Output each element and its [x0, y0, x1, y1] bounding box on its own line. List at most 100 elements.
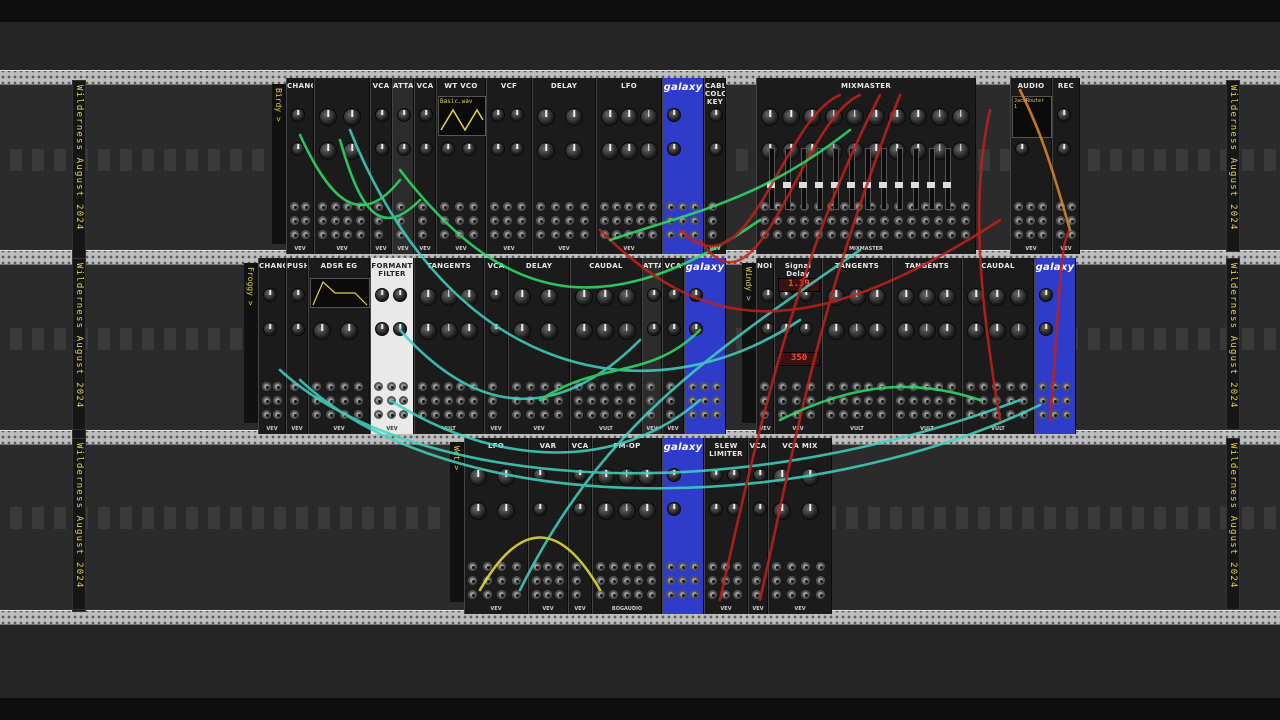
knob[interactable] — [761, 322, 773, 336]
knob[interactable] — [601, 142, 619, 160]
patch-jack[interactable] — [1038, 230, 1047, 239]
knob[interactable] — [263, 322, 277, 336]
knob[interactable] — [1057, 108, 1071, 122]
patch-jack[interactable] — [490, 202, 499, 211]
patch-jack[interactable] — [574, 396, 583, 405]
patch-jack[interactable] — [792, 410, 801, 419]
knob[interactable] — [988, 288, 1007, 306]
patch-jack[interactable] — [312, 382, 321, 391]
knob[interactable] — [761, 288, 773, 302]
patch-jack[interactable] — [621, 590, 631, 599]
patch-jack[interactable] — [690, 230, 699, 239]
patch-jack[interactable] — [550, 216, 560, 225]
patch-jack[interactable] — [1005, 396, 1015, 405]
module-chances-1[interactable]: CHANCES VEV — [286, 78, 314, 254]
knob[interactable] — [667, 142, 681, 156]
patch-jack[interactable] — [526, 396, 535, 405]
patch-jack[interactable] — [418, 410, 427, 419]
patch-jack[interactable] — [688, 382, 697, 391]
patch-jack[interactable] — [1067, 202, 1076, 211]
patch-jack[interactable] — [511, 562, 521, 571]
patch-jack[interactable] — [1038, 202, 1047, 211]
patch-jack[interactable] — [920, 230, 930, 239]
module-caudal-2[interactable]: CAUDAL VULT — [962, 258, 1034, 434]
knob[interactable] — [639, 142, 658, 160]
patch-jack[interactable] — [786, 562, 796, 571]
patch-jack[interactable] — [512, 410, 521, 419]
patch-jack[interactable] — [773, 216, 783, 225]
patch-jack[interactable] — [443, 396, 453, 405]
module-vca-4[interactable]: VCA VEV — [662, 258, 684, 434]
patch-jack[interactable] — [596, 576, 605, 585]
patch-jack[interactable] — [612, 202, 621, 211]
patch-jack[interactable] — [1050, 410, 1059, 419]
patch-jack[interactable] — [340, 396, 349, 405]
patch-jack[interactable] — [490, 230, 499, 239]
patch-jack[interactable] — [516, 230, 526, 239]
patch-jack[interactable] — [815, 562, 825, 571]
knob[interactable] — [753, 502, 767, 516]
patch-jack[interactable] — [621, 562, 631, 571]
knob[interactable] — [533, 502, 547, 516]
patch-jack[interactable] — [418, 202, 427, 211]
channel-fader[interactable] — [783, 148, 791, 210]
knob[interactable] — [575, 322, 593, 340]
patch-jack[interactable] — [1014, 230, 1023, 239]
patch-jack[interactable] — [966, 410, 975, 419]
patch-jack[interactable] — [877, 410, 887, 419]
patch-jack[interactable] — [947, 396, 957, 405]
patch-jack[interactable] — [934, 382, 944, 391]
patch-jack[interactable] — [1067, 230, 1076, 239]
patch-jack[interactable] — [907, 230, 917, 239]
patch-jack[interactable] — [550, 202, 560, 211]
knob[interactable] — [375, 108, 389, 122]
patch-jack[interactable] — [1014, 202, 1023, 211]
patch-jack[interactable] — [469, 396, 479, 405]
patch-jack[interactable] — [690, 202, 699, 211]
patch-jack[interactable] — [1062, 396, 1071, 405]
patch-jack[interactable] — [893, 216, 903, 225]
patch-jack[interactable] — [624, 216, 633, 225]
patch-jack[interactable] — [326, 396, 335, 405]
patch-jack[interactable] — [933, 216, 943, 225]
knob[interactable] — [930, 108, 949, 126]
patch-jack[interactable] — [933, 230, 943, 239]
patch-jack[interactable] — [867, 230, 876, 239]
patch-jack[interactable] — [540, 396, 549, 405]
patch-jack[interactable] — [579, 216, 589, 225]
patch-jack[interactable] — [469, 230, 479, 239]
patch-jack[interactable] — [1018, 410, 1028, 419]
knob[interactable] — [513, 288, 531, 306]
knob[interactable] — [753, 468, 767, 482]
patch-jack[interactable] — [354, 396, 363, 405]
patch-jack[interactable] — [626, 396, 636, 405]
patch-jack[interactable] — [554, 382, 563, 391]
patch-jack[interactable] — [469, 202, 479, 211]
patch-jack[interactable] — [815, 576, 825, 585]
knob[interactable] — [343, 142, 361, 160]
patch-jack[interactable] — [1005, 382, 1015, 391]
patch-jack[interactable] — [760, 202, 769, 211]
patch-jack[interactable] — [666, 382, 675, 391]
patch-jack[interactable] — [374, 396, 383, 405]
patch-jack[interactable] — [579, 202, 589, 211]
knob[interactable] — [909, 108, 928, 126]
knob[interactable] — [773, 468, 791, 486]
knob[interactable] — [319, 108, 337, 126]
module-lfo-circle[interactable]: VEV — [314, 78, 370, 254]
knob[interactable] — [565, 108, 583, 126]
knob[interactable] — [375, 288, 389, 302]
patch-jack[interactable] — [752, 562, 761, 571]
patch-jack[interactable] — [468, 590, 477, 599]
patch-jack[interactable] — [430, 396, 440, 405]
patch-jack[interactable] — [801, 576, 810, 585]
channel-fader[interactable] — [815, 148, 823, 210]
knob[interactable] — [1039, 288, 1053, 302]
knob[interactable] — [620, 108, 639, 126]
patch-jack[interactable] — [947, 410, 957, 419]
patch-jack[interactable] — [966, 396, 975, 405]
knob[interactable] — [967, 288, 985, 306]
patch-jack[interactable] — [326, 410, 335, 419]
patch-jack[interactable] — [430, 410, 440, 419]
patch-jack[interactable] — [355, 202, 365, 211]
